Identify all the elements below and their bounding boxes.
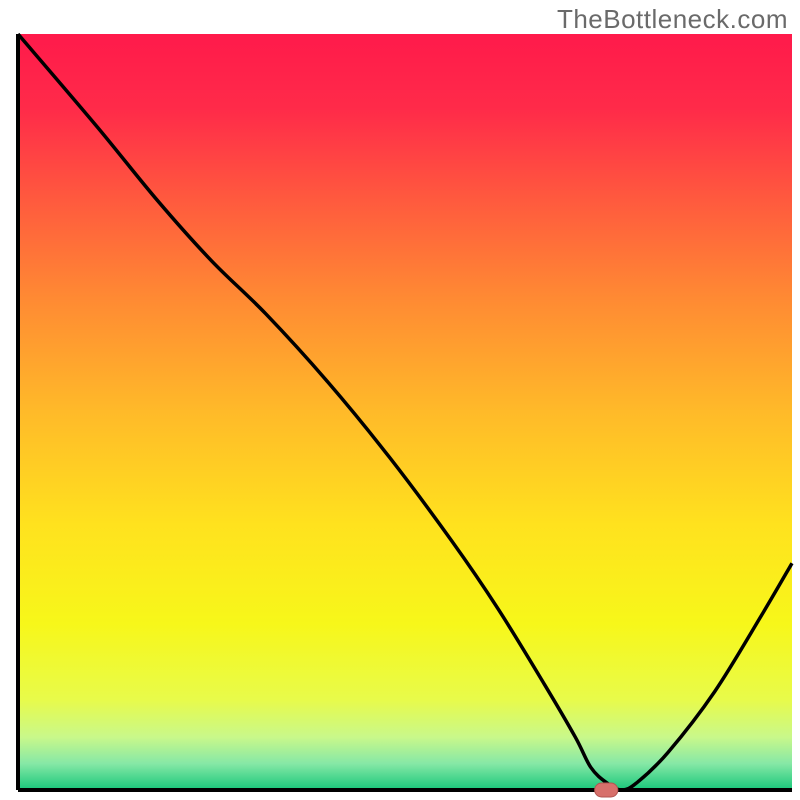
gradient-background <box>18 34 792 790</box>
chart-container: TheBottleneck.com <box>0 0 800 800</box>
bottleneck-chart <box>0 0 800 800</box>
optimum-marker <box>595 783 618 797</box>
watermark-text: TheBottleneck.com <box>557 4 788 35</box>
